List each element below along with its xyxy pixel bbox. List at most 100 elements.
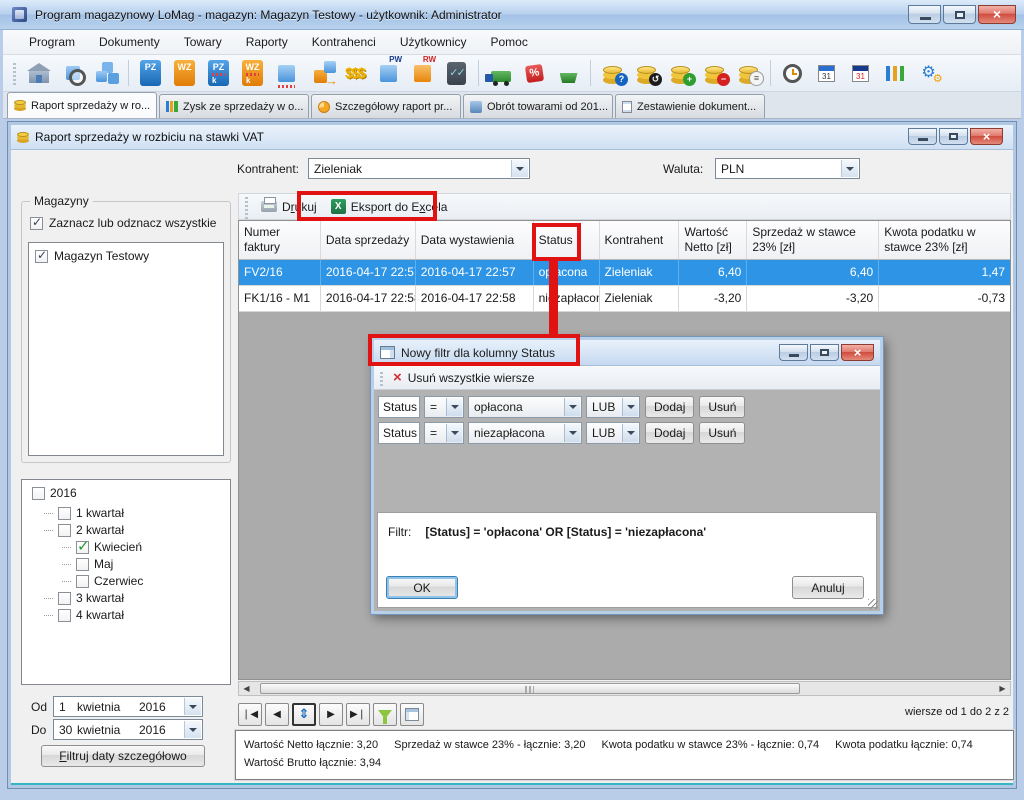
menu-item-uzytkownicy[interactable]: Użytkownicy	[388, 32, 479, 52]
column-header-status[interactable]: Status	[534, 221, 600, 259]
report-close-button[interactable]	[970, 128, 1003, 145]
tree-node-kwartal-1[interactable]: 1 kwartał	[44, 506, 124, 520]
minimize-button[interactable]	[908, 5, 941, 24]
column-header-numer-faktury[interactable]: Numer faktury	[239, 221, 321, 259]
wz-correction-icon[interactable]: WZ	[237, 58, 268, 89]
magazyn-testowy-checkbox[interactable]	[35, 250, 48, 263]
last-record-button[interactable]: ▶❘	[346, 703, 370, 726]
search-goods-icon[interactable]	[57, 58, 88, 89]
delivery-icon[interactable]	[485, 58, 516, 89]
goods-icon[interactable]	[91, 58, 122, 89]
report-restore-button[interactable]	[939, 128, 968, 145]
column-header-data-wystawienia[interactable]: Data wystawienia	[416, 221, 534, 259]
menu-item-pomoc[interactable]: Pomoc	[479, 32, 540, 52]
column-header-wartosc-netto[interactable]: Wartość Netto [zł]	[679, 221, 747, 259]
scroll-right-arrow-icon[interactable]: ▶	[995, 682, 1010, 695]
do-date-select[interactable]: 30 kwietnia 2016	[53, 719, 203, 740]
tab-zysk-ze-sprzedazy[interactable]: Zysk ze sprzedaży w o...	[159, 94, 309, 118]
waluta-select[interactable]: PLN	[715, 158, 860, 179]
menu-item-raporty[interactable]: Raporty	[234, 32, 300, 52]
menu-item-dokumenty[interactable]: Dokumenty	[87, 32, 172, 52]
tree-node-2016[interactable]: 2016	[32, 486, 77, 500]
tab-obrot-towarami[interactable]: Obrót towarami od 201...	[463, 94, 613, 118]
warehouse-transfer-icon[interactable]	[305, 58, 336, 89]
calendar-icon[interactable]	[811, 58, 842, 89]
report-minimize-button[interactable]	[908, 128, 937, 145]
inventory-icon[interactable]	[271, 58, 302, 89]
grid-settings-button[interactable]	[400, 703, 424, 726]
filter-value-select[interactable]: opłacona	[468, 396, 582, 418]
statistics-icon[interactable]	[879, 58, 910, 89]
first-record-button[interactable]: ❘◀	[238, 703, 262, 726]
kontrahent-select[interactable]: Zieleniak	[308, 158, 530, 179]
column-header-data-sprzedazy[interactable]: Data sprzedaży	[321, 221, 416, 259]
tree-node-kwiecien[interactable]: Kwiecień	[62, 540, 142, 554]
clear-all-rows-button[interactable]: Usuń wszystkie wiersze	[408, 371, 535, 385]
scrollbar-thumb[interactable]	[260, 683, 800, 694]
pw-document-icon[interactable]	[373, 58, 404, 89]
dodaj-button[interactable]: Dodaj	[645, 422, 694, 444]
eksport-do-excela-button[interactable]: Eksport do Excela	[326, 197, 453, 216]
dialog-restore-button[interactable]	[810, 344, 839, 361]
orders-icon[interactable]	[553, 58, 584, 89]
wz-document-icon[interactable]: WZ	[169, 58, 200, 89]
column-header-kwota-podatku[interactable]: Kwota podatku w stawce 23% [zł]	[879, 221, 1010, 259]
menu-item-towary[interactable]: Towary	[172, 32, 234, 52]
tree-checkbox[interactable]	[58, 609, 71, 622]
usun-button[interactable]: Usuń	[699, 396, 745, 418]
tree-node-kwartal-3[interactable]: 3 kwartał	[44, 591, 124, 605]
money-add-icon[interactable]	[665, 58, 696, 89]
filter-operator-select[interactable]: =	[424, 396, 464, 418]
money-report-icon[interactable]	[733, 58, 764, 89]
tree-checkbox[interactable]	[58, 592, 71, 605]
tab-szczegolowy-raport[interactable]: Szczegółowy raport pr...	[311, 94, 461, 118]
rw-document-icon[interactable]	[407, 58, 438, 89]
table-row[interactable]: FK1/16 - M1 2016-04-17 22:58 2016-04-17 …	[239, 286, 1010, 312]
resize-grip[interactable]	[868, 599, 878, 609]
warehouse-icon[interactable]	[23, 58, 54, 89]
table-row[interactable]: FV2/16 2016-04-17 22:57 2016-04-17 22:57…	[239, 260, 1010, 286]
restore-button[interactable]	[943, 5, 976, 24]
money-exchange-icon[interactable]	[631, 58, 662, 89]
tree-checkbox[interactable]	[76, 575, 89, 588]
dialog-minimize-button[interactable]	[779, 344, 808, 361]
filter-join-select[interactable]: LUB	[586, 396, 640, 418]
select-all-checkbox[interactable]	[30, 217, 43, 230]
tree-checkbox-checked[interactable]	[76, 541, 89, 554]
tree-checkbox[interactable]	[32, 487, 45, 500]
next-record-button[interactable]: ▶	[319, 703, 343, 726]
ok-button[interactable]: OK	[386, 576, 458, 599]
tab-zestawienie-dokumentow[interactable]: Zestawienie dokument...	[615, 94, 765, 118]
record-selector-button[interactable]: ⇕	[292, 703, 316, 726]
history-icon[interactable]	[777, 58, 808, 89]
tree-node-maj[interactable]: Maj	[62, 557, 113, 571]
menu-item-program[interactable]: Program	[17, 32, 87, 52]
filter-funnel-button[interactable]	[373, 703, 397, 726]
tree-checkbox[interactable]	[76, 558, 89, 571]
discounts-icon[interactable]	[519, 58, 550, 89]
pz-document-icon[interactable]: PZ	[135, 58, 166, 89]
settings-gear-icon[interactable]	[913, 58, 944, 89]
usun-button[interactable]: Usuń	[699, 422, 745, 444]
dodaj-button[interactable]: Dodaj	[645, 396, 694, 418]
filter-value-select[interactable]: niezapłacona	[468, 422, 582, 444]
pz-correction-icon[interactable]: PZ	[203, 58, 234, 89]
tree-node-czerwiec[interactable]: Czerwiec	[62, 574, 143, 588]
menu-item-kontrahenci[interactable]: Kontrahenci	[300, 32, 388, 52]
column-header-sprzedaz-w-stawce[interactable]: Sprzedaż w stawce 23% [zł]	[747, 221, 879, 259]
drukuj-button[interactable]: Drukuj	[256, 198, 322, 216]
money-subtract-icon[interactable]	[699, 58, 730, 89]
scroll-left-arrow-icon[interactable]: ◀	[239, 682, 254, 695]
od-date-select[interactable]: 1 kwietnia 2016	[53, 696, 203, 717]
dialog-close-button[interactable]	[841, 344, 874, 361]
money-help-icon[interactable]	[597, 58, 628, 89]
tree-checkbox[interactable]	[58, 524, 71, 537]
filter-operator-select[interactable]: =	[424, 422, 464, 444]
tree-checkbox[interactable]	[58, 507, 71, 520]
tree-node-kwartal-2[interactable]: 2 kwartał	[44, 523, 124, 537]
close-button[interactable]	[978, 5, 1016, 24]
anuluj-button[interactable]: Anuluj	[792, 576, 864, 599]
column-header-kontrahent[interactable]: Kontrahent	[600, 221, 680, 259]
tab-raport-sprzedazy[interactable]: Raport sprzedaży w ro...	[7, 92, 157, 118]
calendar-reports-icon[interactable]	[845, 58, 876, 89]
